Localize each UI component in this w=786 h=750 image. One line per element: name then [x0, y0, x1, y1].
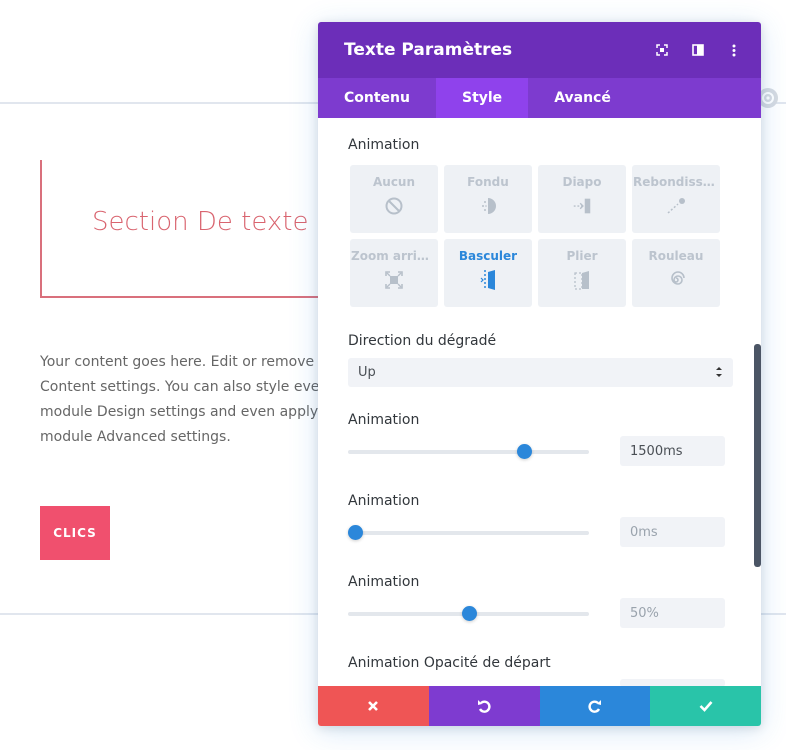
animation-option-label: Fondu: [467, 175, 509, 189]
settings-panel: Texte Paramètres Contenu Style Avancé An…: [318, 22, 761, 726]
slider-knob[interactable]: [517, 444, 532, 459]
direction-select[interactable]: Up: [348, 358, 733, 387]
tab-style[interactable]: Style: [435, 78, 529, 118]
animation-intensity-input[interactable]: 50%: [620, 598, 725, 628]
select-arrows-icon: [715, 365, 723, 379]
zoom-icon: [383, 269, 405, 291]
slide-icon: [571, 195, 593, 217]
animation-option-none[interactable]: Aucun: [350, 165, 438, 233]
panel-title: Texte Paramètres: [344, 40, 513, 60]
opacity-label: Animation Opacité de départ: [348, 655, 551, 671]
check-icon: [699, 701, 713, 712]
opacity-input[interactable]: [620, 679, 725, 686]
animation-option-fade[interactable]: Fondu: [444, 165, 532, 233]
flip-icon: [477, 269, 499, 291]
roll-icon: [665, 269, 687, 291]
section-title: Section De texte: [92, 207, 309, 237]
animation-duration-label: Animation: [348, 412, 420, 428]
panel-header: Texte Paramètres: [318, 22, 761, 78]
undo-button[interactable]: [428, 686, 540, 726]
animation-style-label: Animation: [348, 137, 420, 153]
clics-button[interactable]: CLICS: [40, 506, 110, 560]
panel-scrollbar[interactable]: [754, 344, 761, 567]
animation-option-label: Basculer: [458, 249, 518, 263]
animation-delay-slider[interactable]: [348, 525, 589, 540]
split-view-icon[interactable]: [691, 43, 705, 57]
save-button[interactable]: [650, 686, 761, 726]
close-icon: [368, 701, 379, 711]
animation-option-flip[interactable]: Basculer: [444, 239, 532, 307]
panel-body: Animation Aucun Fondu Diapo Rebondisse..…: [318, 118, 761, 686]
undo-icon: [478, 700, 491, 713]
animation-style-grid: Aucun Fondu Diapo Rebondisse... Zoom arr…: [350, 165, 722, 307]
bounce-icon: [665, 195, 687, 217]
panel-tabs: Contenu Style Avancé: [318, 78, 761, 118]
animation-option-bounce[interactable]: Rebondisse...: [632, 165, 720, 233]
panel-footer: [318, 686, 761, 726]
redo-icon: [588, 700, 601, 713]
direction-label: Direction du dégradé: [348, 333, 497, 349]
slider-knob[interactable]: [462, 606, 477, 621]
animation-duration-input[interactable]: 1500ms: [620, 436, 725, 466]
animation-option-fold[interactable]: Plier: [538, 239, 626, 307]
page: Section De texte Your content goes here.…: [0, 0, 786, 750]
animation-option-label: Diapo: [562, 175, 602, 189]
animation-option-label: Rouleau: [648, 249, 704, 263]
discard-button[interactable]: [318, 686, 429, 726]
fade-icon: [477, 195, 499, 217]
settings-gear-icon[interactable]: [758, 88, 778, 108]
slider-knob[interactable]: [348, 525, 363, 540]
body-text-line: Your content goes here. Edit or remove t…: [40, 354, 340, 370]
redo-button[interactable]: [539, 686, 651, 726]
body-text-line: module Advanced settings.: [40, 429, 231, 445]
direction-select-value: Up: [358, 365, 376, 380]
animation-delay-input[interactable]: 0ms: [620, 517, 725, 547]
animation-duration-slider[interactable]: [348, 444, 589, 459]
animation-option-label: Aucun: [372, 175, 416, 189]
tab-avance[interactable]: Avancé: [528, 78, 637, 118]
fullscreen-icon[interactable]: [655, 43, 669, 57]
animation-intensity-label: Animation: [348, 574, 420, 590]
animation-delay-label: Animation: [348, 493, 420, 509]
body-text: Your content goes here. Edit or remove t…: [40, 350, 340, 450]
animation-option-label: Zoom arrière: [351, 249, 437, 263]
animation-option-roll[interactable]: Rouleau: [632, 239, 720, 307]
animation-option-zoom[interactable]: Zoom arrière: [350, 239, 438, 307]
animation-option-label: Plier: [566, 249, 598, 263]
more-options-icon[interactable]: [727, 43, 741, 57]
animation-intensity-slider[interactable]: [348, 606, 589, 621]
tab-contenu[interactable]: Contenu: [318, 78, 436, 118]
body-text-line: Content settings. You can also style eve…: [40, 379, 340, 395]
none-icon: [383, 195, 405, 217]
fold-icon: [571, 269, 593, 291]
body-text-line: module Design settings and even apply cu…: [40, 404, 340, 420]
animation-option-label: Rebondisse...: [633, 175, 719, 189]
header-icons: [655, 22, 741, 78]
animation-option-slide[interactable]: Diapo: [538, 165, 626, 233]
